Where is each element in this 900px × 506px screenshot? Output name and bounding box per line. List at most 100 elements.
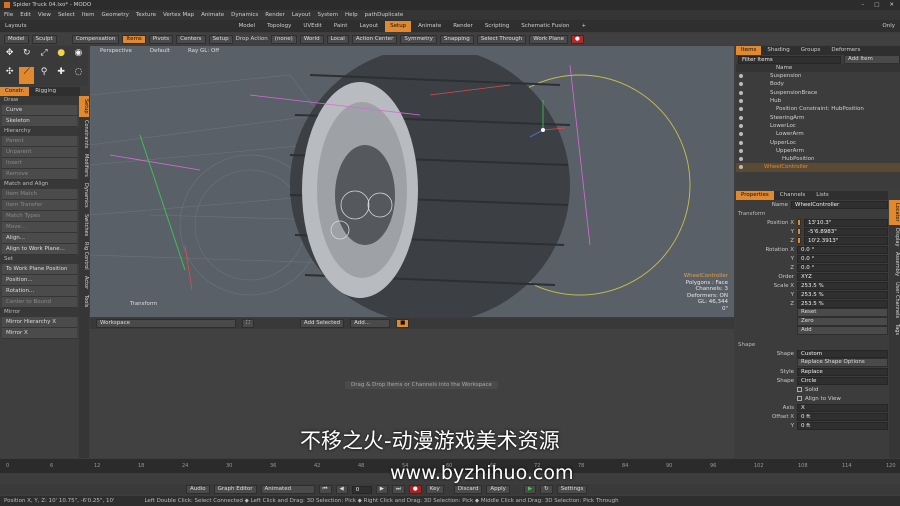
tab-constraints[interactable]: Constr. bbox=[0, 87, 30, 96]
tool-button[interactable]: Position... bbox=[2, 275, 77, 286]
tool-button[interactable]: Curve bbox=[2, 105, 77, 116]
tab-deformers[interactable]: Deformers bbox=[826, 46, 865, 55]
symmetry-button[interactable]: Symmetry bbox=[400, 34, 437, 44]
maximize-button[interactable]: □ bbox=[874, 2, 879, 8]
item-row[interactable]: Position Constraint: HubPosition bbox=[736, 105, 900, 113]
add-channel-select[interactable]: Add... bbox=[350, 319, 391, 328]
sphere-tool-icon[interactable]: ◌ bbox=[71, 67, 86, 84]
rotate-tool-icon[interactable]: ↻ bbox=[19, 48, 34, 65]
prev-key-icon[interactable]: ⏮ bbox=[318, 485, 332, 494]
tool-button[interactable]: To Work Plane Position bbox=[2, 264, 77, 275]
tab-shading[interactable]: Shading bbox=[762, 46, 794, 55]
setup-mode-button[interactable]: Setup bbox=[208, 34, 233, 44]
select-through-button[interactable]: Select Through bbox=[476, 34, 527, 44]
joint-tool-icon[interactable]: ⚲ bbox=[36, 67, 51, 84]
menu-view[interactable]: View bbox=[38, 12, 51, 18]
layout-tab-render[interactable]: Render bbox=[448, 21, 478, 32]
visibility-eye-icon[interactable] bbox=[739, 132, 743, 137]
prop-side-tab-assembly[interactable]: Assembly bbox=[889, 249, 900, 279]
prop-side-tab-user-channels[interactable]: User Channels bbox=[889, 279, 900, 321]
visibility-eye-icon[interactable] bbox=[739, 115, 743, 120]
axis-select[interactable]: X bbox=[797, 403, 888, 412]
solid-checkbox[interactable] bbox=[797, 387, 802, 392]
scale-tool-icon[interactable]: ⤢ bbox=[36, 48, 51, 65]
side-tab-tools[interactable]: Tools bbox=[79, 292, 89, 310]
menu-layout[interactable]: Layout bbox=[292, 12, 311, 18]
menu-pathduplicate[interactable]: pathDuplicate bbox=[365, 12, 404, 18]
menu-render[interactable]: Render bbox=[265, 12, 285, 18]
item-row[interactable]: LowerLoc bbox=[736, 122, 900, 130]
item-row[interactable]: Body bbox=[736, 80, 900, 88]
record-key-icon[interactable]: ● bbox=[408, 485, 422, 494]
offset-x-field[interactable]: 0 ft bbox=[797, 412, 888, 421]
tool-button[interactable]: Skeleton bbox=[2, 116, 77, 127]
play-icon[interactable]: ▶ bbox=[523, 485, 537, 494]
orange-toggle[interactable]: ■ bbox=[396, 319, 410, 328]
menu-file[interactable]: File bbox=[4, 12, 13, 18]
transform-tool-icon[interactable]: ✣ bbox=[2, 67, 17, 84]
graph-editor-button[interactable]: Graph Editor bbox=[213, 485, 257, 494]
menu-vertex-map[interactable]: Vertex Map bbox=[163, 12, 194, 18]
action-center-button[interactable]: Action Center bbox=[351, 34, 398, 44]
layout-tab-schematic-fusion[interactable]: Schematic Fusion bbox=[516, 21, 574, 32]
frame-field[interactable]: 0 bbox=[351, 485, 372, 494]
view-type-select[interactable]: Perspective bbox=[100, 48, 132, 54]
menu-help[interactable]: Help bbox=[345, 12, 358, 18]
layout-tab-paint[interactable]: Paint bbox=[329, 21, 353, 32]
visibility-eye-icon[interactable] bbox=[739, 107, 743, 112]
side-tab-actor[interactable]: Actor bbox=[79, 273, 89, 292]
menu-item[interactable]: Item bbox=[82, 12, 95, 18]
layouts-menu[interactable]: Layouts bbox=[0, 21, 32, 32]
only-toggle[interactable]: Only bbox=[877, 21, 900, 32]
offset-y-field[interactable]: 0 ft bbox=[797, 421, 888, 430]
menu-dynamics[interactable]: Dynamics bbox=[231, 12, 258, 18]
item-row[interactable]: Suspension bbox=[736, 72, 900, 80]
visibility-eye-icon[interactable] bbox=[739, 82, 743, 87]
audio-button[interactable]: Audio bbox=[186, 485, 210, 494]
tool-button[interactable]: Item Transfer bbox=[2, 200, 77, 211]
visibility-eye-icon[interactable] bbox=[739, 157, 743, 162]
tab-lists[interactable]: Lists bbox=[811, 191, 833, 200]
3d-viewport[interactable]: Perspective Default Ray GL: Off WheelCon… bbox=[90, 46, 734, 317]
item-row[interactable]: SuspensionBrace bbox=[736, 89, 900, 97]
menu-edit[interactable]: Edit bbox=[20, 12, 31, 18]
bone-tool-icon[interactable]: ⟋ bbox=[19, 67, 35, 84]
tool-button[interactable]: Item Match bbox=[2, 189, 77, 200]
align-view-checkbox[interactable] bbox=[797, 396, 802, 401]
discard-button[interactable]: Discard bbox=[453, 485, 483, 494]
prop-side-tab-tags[interactable]: Tags bbox=[889, 321, 900, 338]
tool-button[interactable]: Parent bbox=[2, 136, 77, 147]
add-item-button[interactable]: Add Item bbox=[844, 55, 900, 64]
menu-select[interactable]: Select bbox=[58, 12, 75, 18]
scale-y-field[interactable]: 253.5 % bbox=[797, 290, 888, 299]
side-tab-rig-control[interactable]: Rig Control bbox=[79, 239, 89, 273]
tool-button[interactable]: Match Types bbox=[2, 211, 77, 222]
tool-button[interactable]: Remove bbox=[2, 169, 77, 180]
loop-icon[interactable]: ↻ bbox=[540, 485, 553, 494]
side-tab-dynamics[interactable]: Dynamics bbox=[79, 180, 89, 211]
zero-button[interactable]: Zero bbox=[797, 317, 888, 326]
model-mode-button[interactable]: Model bbox=[4, 34, 29, 44]
section-header[interactable]: Match and Align bbox=[0, 180, 79, 189]
item-row[interactable]: LowerArm bbox=[736, 130, 900, 138]
visibility-eye-icon[interactable] bbox=[739, 140, 743, 145]
section-header[interactable]: Draw bbox=[0, 96, 79, 105]
tool-button[interactable]: Unparent bbox=[2, 147, 77, 158]
layout-tab-animate[interactable]: Animate bbox=[413, 21, 446, 32]
tab-rigging[interactable]: Rigging bbox=[30, 87, 61, 96]
transform-section[interactable]: Transform bbox=[738, 211, 765, 217]
camera-tool-icon[interactable]: ◉ bbox=[71, 48, 86, 65]
tool-button[interactable]: Align... bbox=[2, 233, 77, 244]
world-button[interactable]: World bbox=[299, 34, 324, 44]
step-back-icon[interactable]: ◀ bbox=[335, 485, 348, 494]
next-key-icon[interactable]: ⏭ bbox=[391, 485, 405, 494]
name-input[interactable]: WheelController bbox=[791, 200, 888, 209]
tab-items[interactable]: Items bbox=[736, 46, 762, 55]
apply-button[interactable]: Apply bbox=[486, 485, 510, 494]
menu-geometry[interactable]: Geometry bbox=[101, 12, 128, 18]
prop-side-tab-locator[interactable]: Locator bbox=[889, 200, 900, 225]
record-icon[interactable]: ● bbox=[571, 34, 584, 44]
layout-tab-layout[interactable]: Layout bbox=[354, 21, 383, 32]
layout-tab-scripting[interactable]: Scripting bbox=[480, 21, 514, 32]
tool-button[interactable]: Align to Work Plane... bbox=[2, 244, 77, 255]
